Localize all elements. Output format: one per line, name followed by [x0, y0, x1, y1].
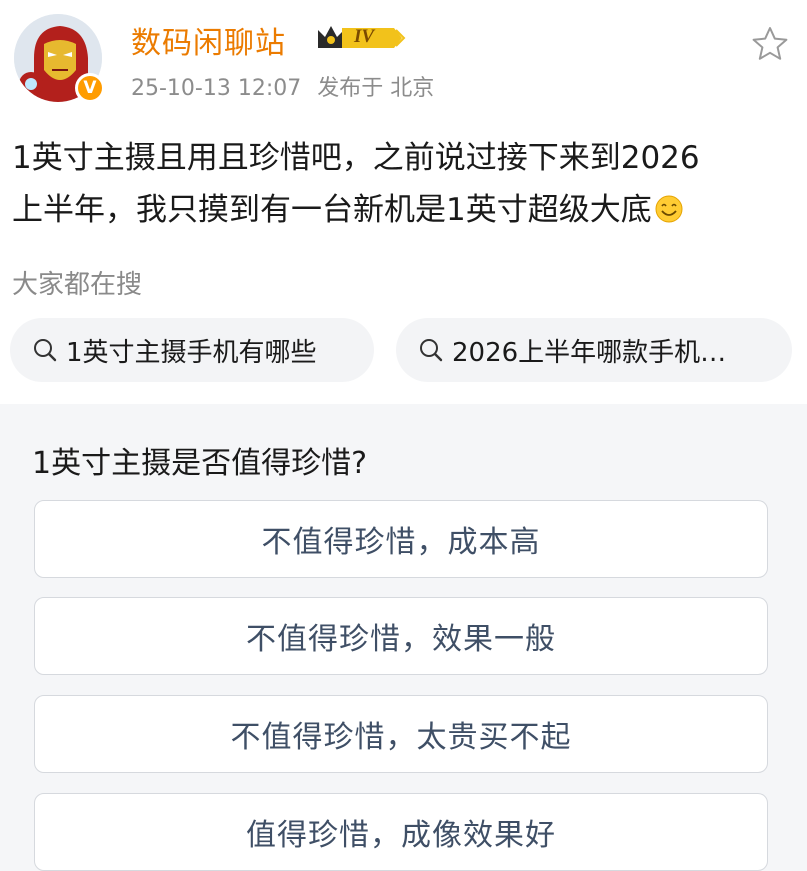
poll-card: 1英寸主摄是否值得珍惜? 不值得珍惜，成本高 不值得珍惜，效果一般 不值得珍惜，… — [0, 404, 807, 871]
post-header: V 数码闲聊站 IV 25-10-13 12:07 发布于 北京 — [0, 0, 807, 115]
poll-question: 1英寸主摄是否值得珍惜? — [32, 446, 368, 481]
poll-option[interactable]: 不值得珍惜，成本高 — [34, 500, 768, 578]
search-icon — [420, 339, 443, 362]
post-body: 1英寸主摄且用且珍惜吧，之前说过接下来到2026 上半年，我只摸到有一台新机是1… — [12, 132, 802, 236]
search-icon — [34, 339, 57, 362]
post-meta: 25-10-13 12:07 发布于 北京 — [131, 70, 434, 102]
author-name[interactable]: 数码闲聊站 — [131, 18, 286, 62]
poll-option[interactable]: 不值得珍惜，效果一般 — [34, 597, 768, 675]
search-chip-label: 1英寸主摄手机有哪些 — [66, 337, 317, 368]
vip-level-badge: IV — [314, 20, 406, 56]
star-icon[interactable] — [750, 24, 790, 64]
smile-emoji-icon — [655, 195, 683, 223]
poll-option[interactable]: 不值得珍惜，太贵买不起 — [34, 695, 768, 773]
search-chip[interactable]: 1英寸主摄手机有哪些 — [10, 318, 374, 382]
post-body-line-1: 1英寸主摄且用且珍惜吧，之前说过接下来到2026 — [12, 140, 700, 176]
verified-badge-icon: V — [75, 73, 105, 103]
post-timestamp: 25-10-13 12:07 — [131, 76, 302, 101]
search-chip-label: 2026上半年哪款手机… — [452, 337, 727, 368]
poll-option[interactable]: 值得珍惜，成像效果好 — [34, 793, 768, 871]
post-body-line-2: 上半年，我只摸到有一台新机是1英寸超级大底 — [12, 192, 652, 228]
search-chip[interactable]: 2026上半年哪款手机… — [396, 318, 792, 382]
level-badge-label: IV — [354, 26, 375, 47]
post-location: 发布于 北京 — [317, 76, 435, 101]
trending-search-title: 大家都在搜 — [12, 270, 143, 300]
